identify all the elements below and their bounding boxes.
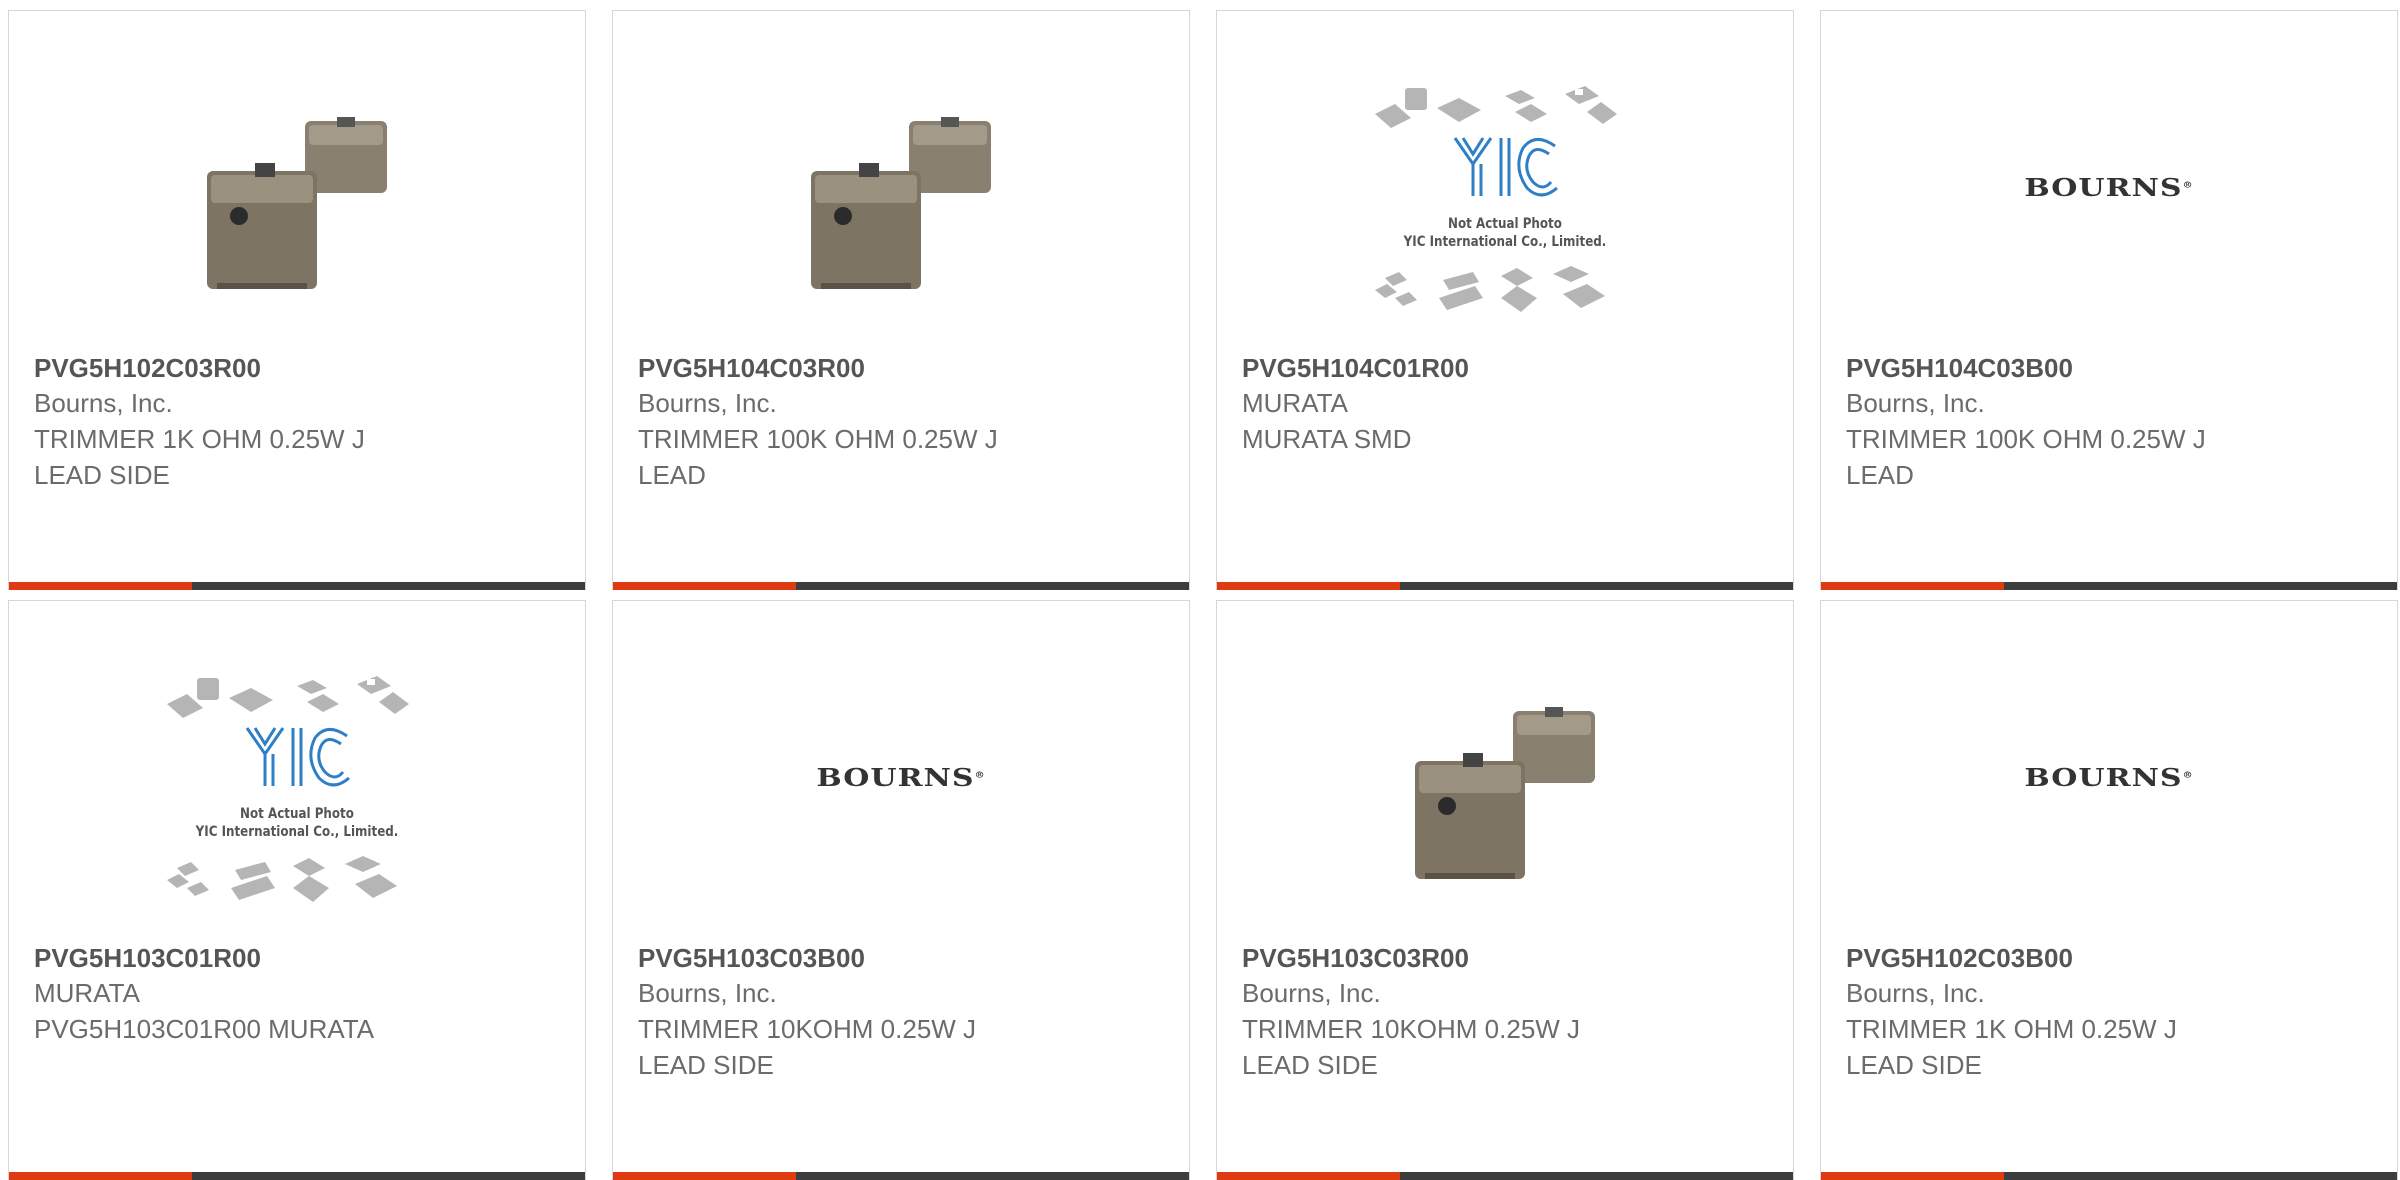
manufacturer: Bourns, Inc. <box>1846 978 1985 1008</box>
description-line: LEAD SIDE <box>1242 1050 1378 1080</box>
product-card[interactable]: PVG5H103C03R00 Bourns, Inc. TRIMMER 10KO… <box>1216 600 1794 1180</box>
product-image[interactable] <box>613 51 1189 351</box>
card-footer-bar <box>613 582 1189 590</box>
card-footer-bar <box>1821 582 2397 590</box>
product-grid: PVG5H102C03R00 Bourns, Inc. TRIMMER 1K O… <box>8 10 2400 1180</box>
yic-logo-icon <box>1375 86 1617 312</box>
placeholder-caption: YIC International Co., Limited. <box>195 824 399 840</box>
product-card[interactable]: BOURNS® PVG5H104C03B00 Bourns, Inc. TRIM… <box>1820 10 2398 590</box>
product-image[interactable]: BOURNS® <box>613 641 1189 941</box>
product-card[interactable]: PVG5H102C03R00 Bourns, Inc. TRIMMER 1K O… <box>8 10 586 590</box>
trimmer-photo-icon <box>1415 707 1595 879</box>
description-line: LEAD SIDE <box>638 1050 774 1080</box>
description-line: TRIMMER 100K OHM 0.25W J <box>1846 424 2206 454</box>
product-info: PVG5H102C03R00 Bourns, Inc. TRIMMER 1K O… <box>34 351 565 493</box>
card-footer-bar <box>9 582 585 590</box>
product-image[interactable]: BOURNS® <box>1821 641 2397 941</box>
bourns-logo: BOURNS® <box>2024 764 2194 793</box>
description-line: LEAD <box>638 460 706 490</box>
yic-logo-icon <box>167 676 409 902</box>
bourns-logo-text: BOURNS <box>816 764 975 793</box>
part-number-link[interactable]: PVG5H102C03B00 <box>1846 941 2377 975</box>
placeholder-caption: YIC International Co., Limited. <box>1403 234 1607 250</box>
card-accent-bar <box>9 1172 192 1180</box>
manufacturer: MURATA <box>34 978 140 1008</box>
manufacturer: Bourns, Inc. <box>638 388 777 418</box>
card-footer-bar <box>1821 1172 2397 1180</box>
product-info: PVG5H102C03B00 Bourns, Inc. TRIMMER 1K O… <box>1846 941 2377 1083</box>
manufacturer: Bourns, Inc. <box>638 978 777 1008</box>
description-line: MURATA SMD <box>1242 424 1412 454</box>
product-image[interactable]: Not Actual Photo YIC International Co., … <box>9 641 585 941</box>
card-footer-bar <box>1217 1172 1793 1180</box>
card-accent-bar <box>1217 1172 1400 1180</box>
product-card[interactable]: Not Actual Photo YIC International Co., … <box>8 600 586 1180</box>
yic-placeholder-image: Not Actual Photo YIC International Co., … <box>1365 76 1645 326</box>
product-info: PVG5H104C03B00 Bourns, Inc. TRIMMER 100K… <box>1846 351 2377 493</box>
product-info: PVG5H103C03R00 Bourns, Inc. TRIMMER 10KO… <box>1242 941 1773 1083</box>
part-number-link[interactable]: PVG5H104C03R00 <box>638 351 1169 385</box>
product-card[interactable]: BOURNS® PVG5H103C03B00 Bourns, Inc. TRIM… <box>612 600 1190 1180</box>
description-line: TRIMMER 100K OHM 0.25W J <box>638 424 998 454</box>
description-line: TRIMMER 10KOHM 0.25W J <box>638 1014 977 1044</box>
bourns-logo: BOURNS® <box>816 764 986 793</box>
description-line: TRIMMER 1K OHM 0.25W J <box>1846 1014 2177 1044</box>
product-image[interactable] <box>9 51 585 351</box>
placeholder-caption: Not Actual Photo <box>240 806 354 822</box>
bourns-logo-text: BOURNS <box>2024 174 2183 203</box>
description-line: TRIMMER 10KOHM 0.25W J <box>1242 1014 1581 1044</box>
trimmer-photo-icon <box>811 117 991 289</box>
part-number-link[interactable]: PVG5H104C03B00 <box>1846 351 2377 385</box>
bourns-logo-text: BOURNS <box>2024 764 2183 793</box>
product-card[interactable]: Not Actual Photo YIC International Co., … <box>1216 10 1794 590</box>
part-number-link[interactable]: PVG5H104C01R00 <box>1242 351 1773 385</box>
part-number-link[interactable]: PVG5H103C01R00 <box>34 941 565 975</box>
card-accent-bar <box>9 582 192 590</box>
yic-placeholder-image: Not Actual Photo YIC International Co., … <box>157 666 437 916</box>
description-line: TRIMMER 1K OHM 0.25W J <box>34 424 365 454</box>
product-card[interactable]: BOURNS® PVG5H102C03B00 Bourns, Inc. TRIM… <box>1820 600 2398 1180</box>
product-image[interactable]: BOURNS® <box>1821 51 2397 351</box>
description-line: PVG5H103C01R00 MURATA <box>34 1014 375 1044</box>
product-info: PVG5H103C03B00 Bourns, Inc. TRIMMER 10KO… <box>638 941 1169 1083</box>
part-number-link[interactable]: PVG5H103C03B00 <box>638 941 1169 975</box>
card-accent-bar <box>613 582 796 590</box>
card-accent-bar <box>1821 582 2004 590</box>
card-accent-bar <box>1821 1172 2004 1180</box>
manufacturer: MURATA <box>1242 388 1348 418</box>
manufacturer: Bourns, Inc. <box>1846 388 1985 418</box>
part-number-link[interactable]: PVG5H103C03R00 <box>1242 941 1773 975</box>
product-info: PVG5H104C01R00 MURATA MURATA SMD <box>1242 351 1773 457</box>
card-accent-bar <box>1217 582 1400 590</box>
manufacturer: Bourns, Inc. <box>1242 978 1381 1008</box>
part-number-link[interactable]: PVG5H102C03R00 <box>34 351 565 385</box>
product-image[interactable] <box>1217 641 1793 941</box>
trimmer-photo-icon <box>207 117 387 289</box>
card-footer-bar <box>1217 582 1793 590</box>
bourns-logo: BOURNS® <box>2024 174 2194 203</box>
description-line: LEAD SIDE <box>34 460 170 490</box>
product-info: PVG5H104C03R00 Bourns, Inc. TRIMMER 100K… <box>638 351 1169 493</box>
card-footer-bar <box>613 1172 1189 1180</box>
card-footer-bar <box>9 1172 585 1180</box>
description-line: LEAD <box>1846 460 1914 490</box>
product-info: PVG5H103C01R00 MURATA PVG5H103C01R00 MUR… <box>34 941 565 1047</box>
card-accent-bar <box>613 1172 796 1180</box>
description-line: LEAD SIDE <box>1846 1050 1982 1080</box>
manufacturer: Bourns, Inc. <box>34 388 173 418</box>
product-image[interactable]: Not Actual Photo YIC International Co., … <box>1217 51 1793 351</box>
product-card[interactable]: PVG5H104C03R00 Bourns, Inc. TRIMMER 100K… <box>612 10 1190 590</box>
placeholder-caption: Not Actual Photo <box>1448 216 1562 232</box>
